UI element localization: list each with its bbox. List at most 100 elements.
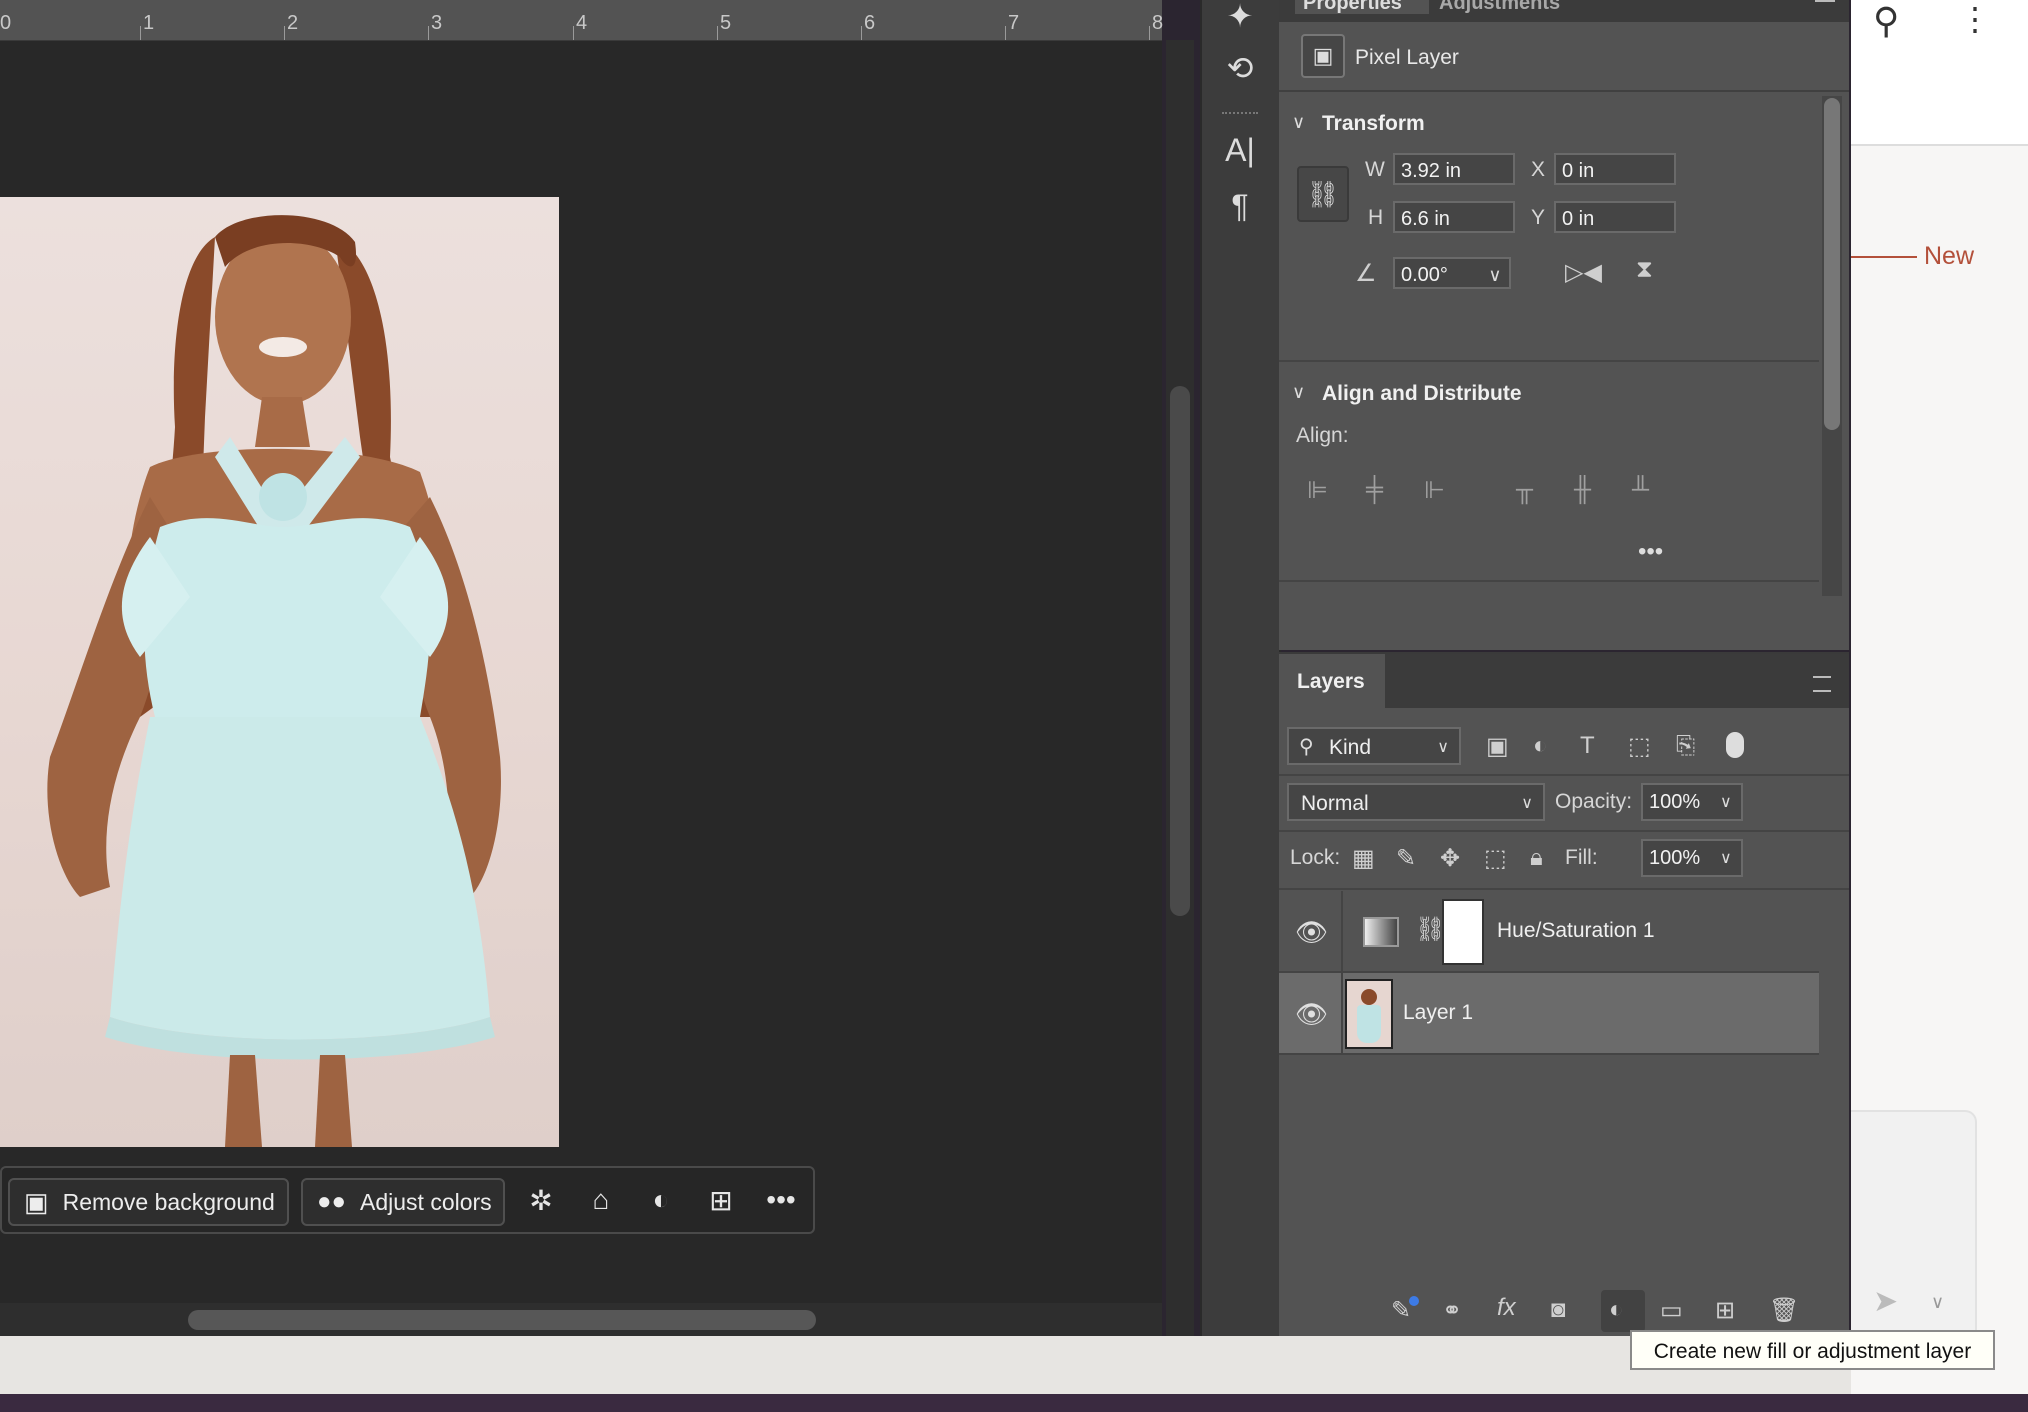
ruler-tick: [861, 26, 862, 40]
vertical-scroll-thumb[interactable]: [1170, 386, 1190, 916]
delete-layer-icon[interactable]: 🗑︎: [1769, 1296, 1799, 1325]
kebab-menu-icon[interactable]: ⋮: [1959, 0, 1991, 38]
y-field[interactable]: 0 in: [1554, 201, 1676, 233]
chevron-down-icon: ∨: [1437, 739, 1449, 756]
desktop-strip: [0, 1394, 2028, 1412]
properties-scroll-thumb[interactable]: [1824, 98, 1840, 430]
add-image-icon[interactable]: ⊞: [701, 1180, 741, 1220]
remove-background-button[interactable]: ▣ Remove background: [8, 1178, 289, 1226]
horizontal-scroll-thumb[interactable]: [188, 1310, 816, 1330]
layer-row-layer-1[interactable]: 👁︎ Layer 1: [1279, 973, 1819, 1053]
align-left-icon[interactable]: ⊫: [1307, 476, 1328, 505]
filter-kind-select[interactable]: ⚲ Kind ∨: [1287, 727, 1461, 765]
add-mask-icon[interactable]: ◙: [1551, 1296, 1566, 1324]
flip-horizontal-icon[interactable]: ▷◀: [1565, 258, 1602, 287]
new-layer-icon[interactable]: ⊞: [1715, 1296, 1735, 1325]
blend-mode-select[interactable]: Normal ∨: [1287, 783, 1545, 821]
layers-tab-label: Layers: [1297, 670, 1365, 693]
fx-icon[interactable]: fx: [1497, 1294, 1516, 1322]
visibility-eye-icon[interactable]: 👁︎: [1295, 999, 1328, 1030]
adjustment-icon[interactable]: ◐: [641, 1180, 681, 1220]
row-divider: [1279, 888, 1849, 890]
w-label: W: [1365, 158, 1385, 181]
layer-name[interactable]: Layer 1: [1403, 1001, 1473, 1025]
layer-type-label: Pixel Layer: [1355, 46, 1459, 69]
type-icon[interactable]: A|: [1220, 130, 1260, 170]
width-field[interactable]: 3.92 in: [1393, 153, 1515, 185]
tab-properties[interactable]: Properties: [1295, 0, 1429, 14]
lock-transparency-icon[interactable]: ▦: [1352, 844, 1375, 873]
filter-adjustment-icon[interactable]: ◐: [1533, 732, 1548, 760]
model-photo: [47, 215, 501, 1147]
filter-pixel-icon[interactable]: ▣: [1486, 732, 1509, 761]
row-divider: [1279, 1053, 1819, 1055]
lock-artboard-icon[interactable]: ⬚: [1484, 844, 1507, 873]
new-adjustment-layer-icon[interactable]: ◐: [1609, 1296, 1624, 1324]
height-field[interactable]: 6.6 in: [1393, 201, 1515, 233]
chevron-down-icon[interactable]: ∨: [1292, 112, 1305, 133]
layers-menu-icon[interactable]: [1813, 676, 1831, 692]
align-bottom-icon[interactable]: ╨: [1632, 476, 1649, 504]
new-divider-line: [1851, 256, 1917, 258]
row-divider: [1279, 830, 1849, 832]
document-image[interactable]: [0, 197, 559, 1147]
link-proportions-icon[interactable]: ⛓: [1297, 166, 1349, 222]
tools-strip: ✦ ⟲ A| ¶: [1200, 0, 1281, 1336]
transform-icon[interactable]: ⌂: [581, 1180, 621, 1220]
h-label: H: [1368, 206, 1384, 229]
align-middle-icon[interactable]: ╫: [1574, 476, 1591, 504]
new-group-icon[interactable]: ▭: [1660, 1296, 1683, 1325]
x-field[interactable]: 0 in: [1554, 153, 1676, 185]
panel-menu-icon[interactable]: [1815, 0, 1835, 6]
more-icon[interactable]: •••: [761, 1180, 801, 1220]
horizontal-ruler: 0 1 2 3 4 5 6 7 8: [0, 0, 1163, 41]
adjust-colors-label: Adjust colors: [360, 1188, 492, 1215]
notification-dot: [1409, 1296, 1419, 1306]
blend-mode-value: Normal: [1301, 792, 1369, 815]
lock-label: Lock:: [1290, 846, 1341, 869]
filter-shape-icon[interactable]: ⬚: [1628, 732, 1651, 761]
send-icon[interactable]: ➤: [1873, 1284, 1898, 1319]
lock-pixels-icon[interactable]: ✎: [1396, 844, 1416, 873]
ruler-mark: 3: [431, 12, 443, 34]
align-center-icon[interactable]: ╪: [1366, 476, 1383, 504]
filter-toggle[interactable]: [1726, 732, 1744, 758]
sparkle-select-icon[interactable]: ✲: [521, 1180, 561, 1220]
flip-vertical-icon[interactable]: ⧗: [1636, 256, 1653, 284]
search-icon[interactable]: ⚲: [1873, 0, 1899, 42]
ruler-tick: [1149, 26, 1150, 40]
align-top-icon[interactable]: ╥: [1516, 476, 1533, 504]
filter-type-icon[interactable]: T: [1580, 732, 1595, 760]
align-right-icon[interactable]: ⊩: [1424, 476, 1445, 505]
mask-link-icon[interactable]: ⛓: [1415, 915, 1445, 944]
layer-name[interactable]: Hue/Saturation 1: [1497, 919, 1655, 943]
ruler-mark: 4: [576, 12, 588, 34]
filter-smart-object-icon[interactable]: ⎘: [1676, 732, 1695, 760]
tab-layers[interactable]: Layers: [1279, 654, 1385, 710]
angle-dropdown[interactable]: ∨: [1481, 257, 1511, 289]
opacity-dropdown[interactable]: ∨: [1720, 792, 1732, 812]
message-input-box[interactable]: [1851, 1110, 1977, 1334]
chevron-down-icon[interactable]: ∨: [1292, 382, 1305, 403]
visibility-eye-icon[interactable]: 👁︎: [1295, 917, 1328, 948]
rotate-icon[interactable]: ⟲: [1220, 48, 1260, 88]
window-bottom-bar: [0, 1336, 1851, 1394]
paragraph-icon[interactable]: ¶: [1220, 186, 1260, 226]
contextual-task-bar: ▣ Remove background ●● Adjust colors ✲ ⌂…: [0, 1166, 815, 1234]
ruler-tick: [573, 26, 574, 40]
ruler-mark: 6: [864, 12, 876, 34]
layer-row-hue-saturation[interactable]: 👁︎ ⛓ Hue/Saturation 1: [1279, 891, 1819, 971]
tab-adjustments[interactable]: Adjustments: [1439, 0, 1560, 14]
more-options-button[interactable]: •••: [1638, 538, 1663, 566]
ruler-tick: [284, 26, 285, 40]
lock-all-icon[interactable]: 🔒︎: [1530, 844, 1543, 872]
link-layers-icon[interactable]: ⚭: [1442, 1296, 1462, 1325]
lock-position-icon[interactable]: ✥: [1440, 844, 1460, 873]
layer-mask-thumbnail[interactable]: [1442, 899, 1484, 965]
browser-header: ⚲ ⋮: [1851, 0, 2028, 146]
ruler-mark: 1: [143, 12, 155, 34]
select-subject-icon[interactable]: ✦: [1220, 0, 1260, 36]
chevron-down-icon[interactable]: ∨: [1931, 1292, 1944, 1313]
fill-dropdown[interactable]: ∨: [1720, 848, 1732, 868]
adjust-colors-button[interactable]: ●● Adjust colors: [301, 1178, 505, 1226]
